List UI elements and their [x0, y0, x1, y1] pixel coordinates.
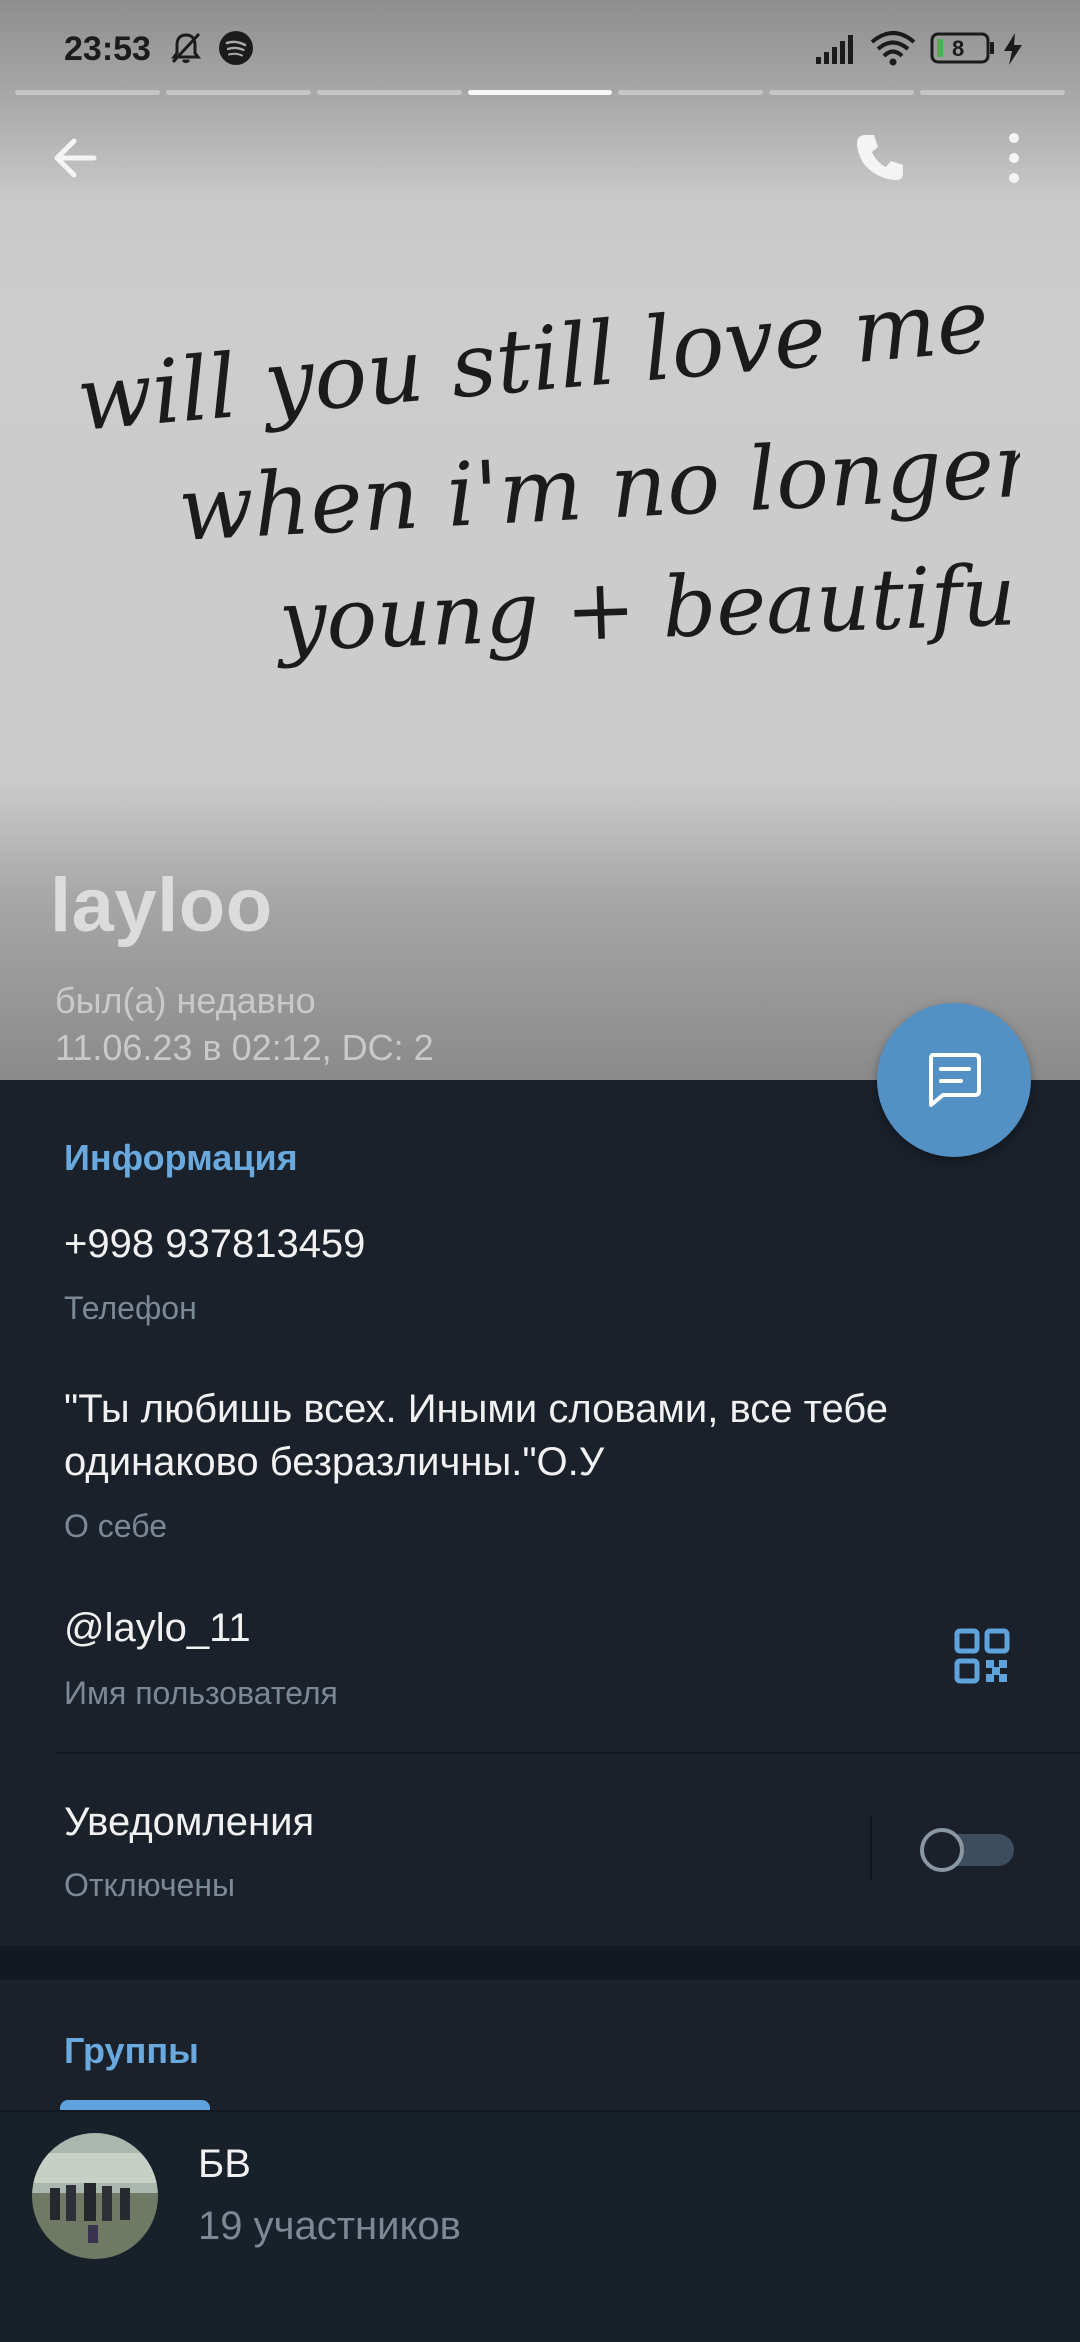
- story-bar: [15, 90, 160, 95]
- bio-caption: О себе: [64, 1508, 167, 1544]
- section-gap: [0, 1946, 1080, 1980]
- charging-icon: [1004, 33, 1022, 65]
- handwritten-quote: will you still love me when i'm no longe…: [73, 300, 1020, 670]
- quote-line: when i'm no longer: [176, 413, 1020, 561]
- story-bar: [920, 90, 1066, 95]
- back-arrow-icon[interactable]: [48, 130, 104, 186]
- groups-tab[interactable]: Группы: [64, 2030, 199, 2072]
- story-bar: [769, 90, 915, 95]
- send-message-button[interactable]: [877, 1003, 1031, 1157]
- battery-icon: 8: [930, 32, 996, 64]
- battery-level: 8: [952, 36, 965, 61]
- group-members: 19 участников: [198, 2204, 461, 2248]
- wifi-icon: [870, 31, 916, 66]
- bio-text-line[interactable]: "Ты любишь всех. Иными словами, все тебе: [64, 1383, 888, 1435]
- phone-icon[interactable]: [852, 130, 908, 186]
- divider: [56, 1752, 1080, 1754]
- group-list-item[interactable]: БВ 19 участников: [0, 2110, 1080, 2342]
- story-bar: [316, 90, 462, 95]
- notifications-state: Отключены: [64, 1867, 236, 1903]
- story-progress: [15, 90, 1066, 96]
- message-icon: [929, 1053, 981, 1107]
- notifications-toggle[interactable]: [920, 1828, 1016, 1872]
- story-bar: [165, 90, 311, 95]
- spotify-icon: [219, 31, 253, 65]
- status-bar: 23:53 8: [0, 0, 1080, 90]
- phone-number[interactable]: +998 937813459: [64, 1218, 365, 1270]
- group-name: БВ: [198, 2142, 251, 2186]
- group-avatar: [32, 2133, 158, 2259]
- last-seen-details: 11.06.23 в 02:12, DC: 2: [55, 1027, 434, 1068]
- info-section-title: Информация: [64, 1137, 298, 1178]
- notifications-label[interactable]: Уведомления: [64, 1796, 314, 1848]
- story-bar: [618, 90, 764, 95]
- bio-text-line[interactable]: одинаково безразличны."О.У: [64, 1436, 604, 1488]
- profile-name: layloo: [50, 863, 273, 948]
- profile-photo-header[interactable]: 23:53 8 will you still love me when i'm …: [0, 0, 1080, 1080]
- groups-tab-indicator: [60, 2100, 210, 2110]
- qr-code-icon[interactable]: [954, 1628, 1010, 1684]
- more-vertical-icon[interactable]: [1000, 130, 1028, 186]
- quote-line: young + beautiful?: [273, 544, 1020, 670]
- mute-bell-icon: [171, 32, 201, 64]
- username-caption: Имя пользователя: [64, 1675, 338, 1711]
- last-seen-status: был(а) недавно: [55, 980, 316, 1021]
- signal-icon: [816, 35, 853, 64]
- toggle-separator: [870, 1815, 872, 1881]
- status-time: 23:53: [64, 30, 151, 68]
- story-bar-active: [467, 90, 613, 95]
- username[interactable]: @laylo_11: [64, 1602, 251, 1654]
- phone-caption: Телефон: [64, 1290, 197, 1326]
